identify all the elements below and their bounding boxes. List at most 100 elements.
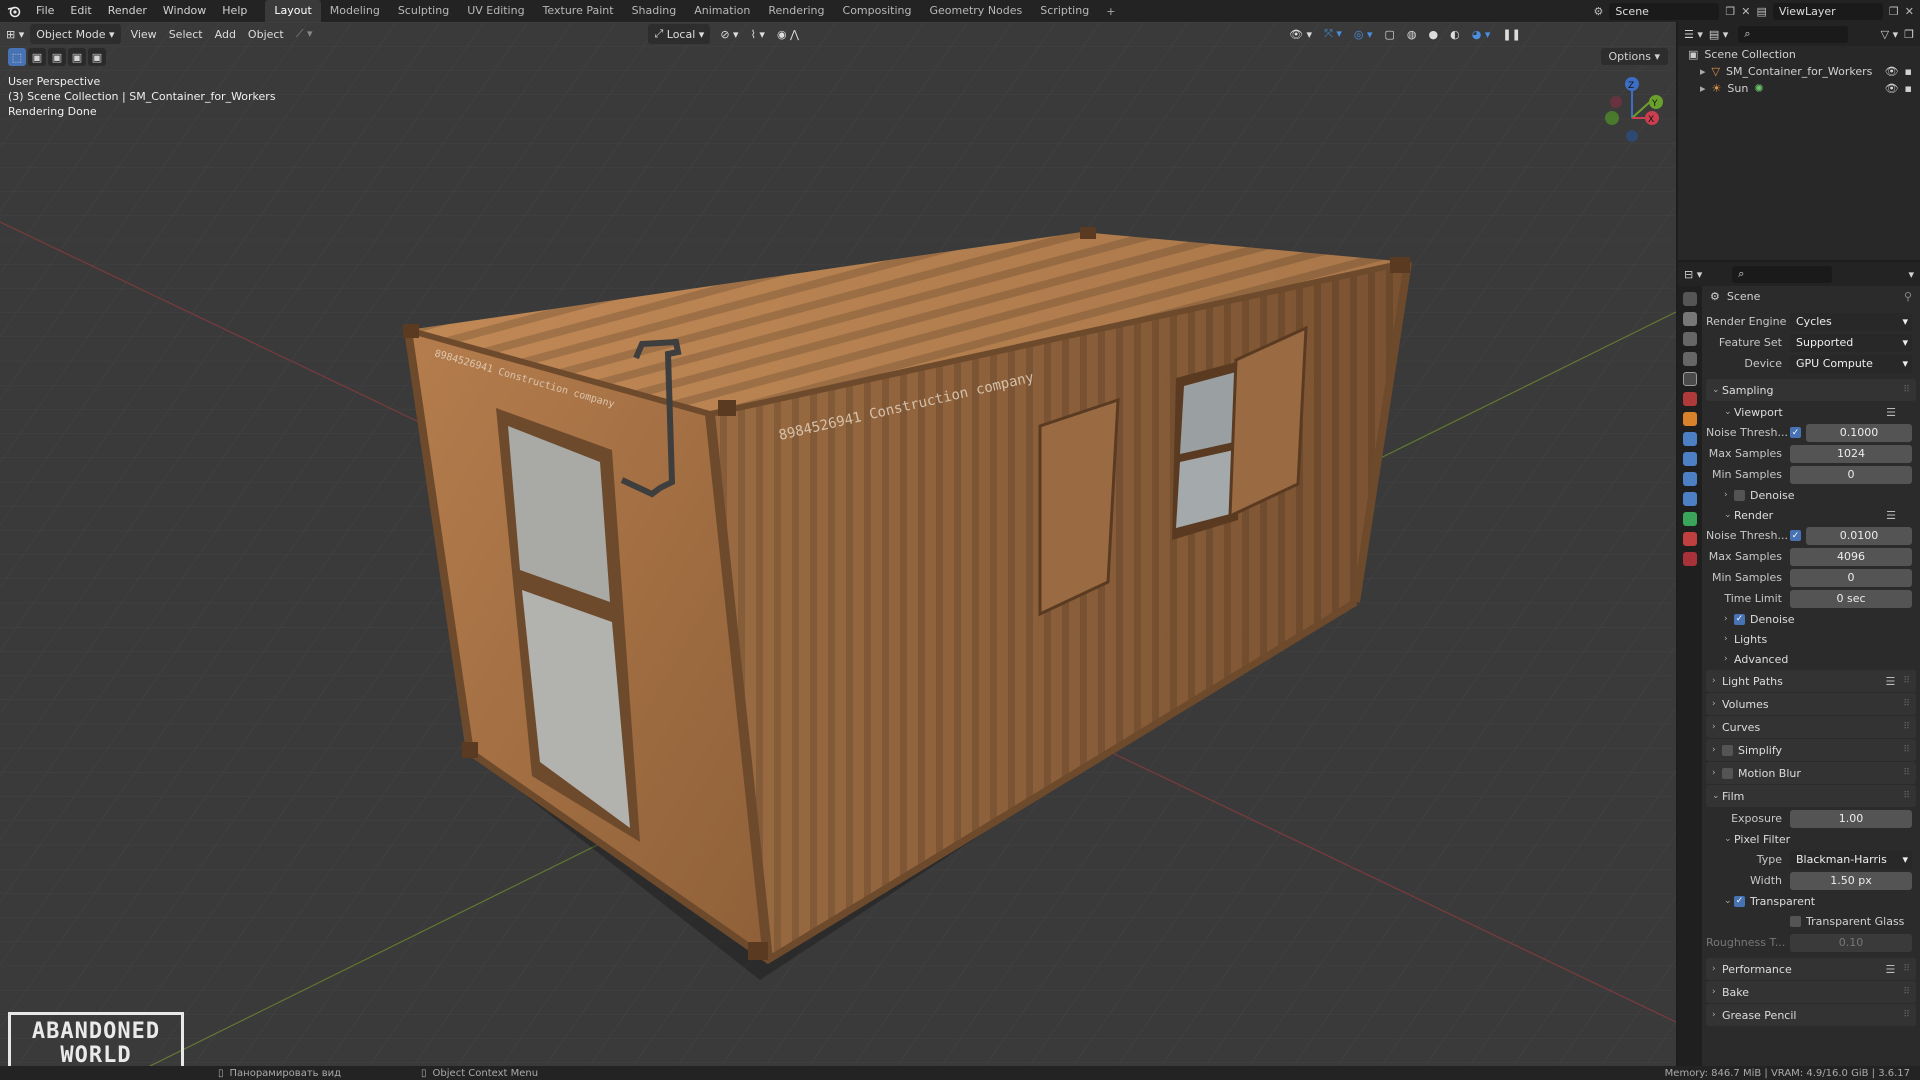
options-dropdown[interactable]: Options ▾ bbox=[1600, 48, 1668, 65]
gpencil-icon[interactable]: ⟋ ▾ bbox=[290, 24, 319, 44]
proportional-edit-icon[interactable]: ◉ ⋀ bbox=[771, 24, 805, 44]
render-noise-checkbox[interactable]: ✓ bbox=[1790, 530, 1801, 541]
outliner-item-sun[interactable]: ▸ ☀ Sun ✺ 👁 ▪ bbox=[1678, 80, 1920, 97]
drag-handle-icon[interactable]: ⠿ bbox=[1903, 745, 1916, 755]
tab-texture-paint[interactable]: Texture Paint bbox=[534, 0, 623, 22]
tab-animation[interactable]: Animation bbox=[685, 0, 759, 22]
display-mode-icon[interactable]: ▤ ▾ bbox=[1709, 28, 1728, 41]
tab-sculpting[interactable]: Sculpting bbox=[389, 0, 458, 22]
sampling-panel-header[interactable]: ⌄ Sampling ⠿ bbox=[1706, 379, 1916, 401]
material-tab-icon[interactable] bbox=[1683, 532, 1697, 546]
render-tab-icon[interactable] bbox=[1683, 312, 1697, 326]
scene-tab-icon[interactable] bbox=[1683, 372, 1697, 386]
eye-icon[interactable]: 👁 bbox=[1885, 82, 1899, 95]
menu-help[interactable]: Help bbox=[214, 0, 255, 22]
viewport-menu-select[interactable]: Select bbox=[163, 24, 209, 44]
presets-list-icon[interactable]: ☰ bbox=[1886, 406, 1918, 419]
transparent-subpanel[interactable]: ⌄ ✓ Transparent bbox=[1706, 891, 1918, 911]
grease-pencil-panel[interactable]: › Grease Pencil ⠿ bbox=[1706, 1004, 1916, 1026]
viewport-menu-object[interactable]: Object bbox=[242, 24, 290, 44]
delete-scene-icon[interactable]: ✕ bbox=[1741, 5, 1750, 18]
select-new-icon[interactable]: ▣ bbox=[28, 48, 46, 66]
outliner-item-container[interactable]: ▸ ▽ SM_Container_for_Workers 👁 ▪ bbox=[1678, 63, 1920, 80]
viewport-menu-add[interactable]: Add bbox=[209, 24, 242, 44]
tab-rendering[interactable]: Rendering bbox=[759, 0, 833, 22]
render-noise-field[interactable]: 0.0100 bbox=[1806, 526, 1912, 545]
bake-panel[interactable]: › Bake ⠿ bbox=[1706, 981, 1916, 1003]
drag-handle-icon[interactable]: ⠿ bbox=[1903, 722, 1916, 732]
select-subtract-icon[interactable]: ▣ bbox=[68, 48, 86, 66]
volumes-panel[interactable]: › Volumes ⠿ bbox=[1706, 693, 1916, 715]
menu-file[interactable]: File bbox=[28, 0, 62, 22]
physics-tab-icon[interactable] bbox=[1683, 472, 1697, 486]
snap-icon[interactable]: ⌇ ▾ bbox=[745, 24, 771, 44]
tab-scripting[interactable]: Scripting bbox=[1031, 0, 1098, 22]
viewport-subpanel-header[interactable]: ⌄ Viewport ☰ bbox=[1706, 402, 1918, 422]
editor-type-icon[interactable]: ⊞ ▾ bbox=[0, 24, 30, 44]
add-workspace-button[interactable]: + bbox=[1098, 5, 1123, 18]
scene-selector[interactable]: Scene bbox=[1609, 2, 1720, 20]
tab-modeling[interactable]: Modeling bbox=[321, 0, 389, 22]
xray-icon[interactable]: ▢ bbox=[1379, 24, 1401, 44]
viewport-max-field[interactable]: 1024 bbox=[1790, 444, 1912, 463]
presets-list-icon[interactable]: ☰ bbox=[1886, 675, 1904, 688]
drag-handle-icon[interactable]: ⠿ bbox=[1903, 385, 1916, 395]
motion-blur-checkbox[interactable] bbox=[1722, 767, 1733, 779]
render-subpanel-header[interactable]: ⌄ Render ☰ bbox=[1706, 505, 1918, 525]
tab-compositing[interactable]: Compositing bbox=[834, 0, 921, 22]
texture-tab-icon[interactable] bbox=[1683, 552, 1697, 566]
outliner-editor-icon[interactable]: ☰ ▾ bbox=[1684, 28, 1703, 41]
new-scene-icon[interactable]: ❐ bbox=[1725, 5, 1735, 18]
properties-search-input[interactable]: ⌕ bbox=[1732, 265, 1833, 283]
tool-tab-icon[interactable] bbox=[1683, 292, 1697, 306]
gizmo-toggle-icon[interactable]: ⤧ ▾ bbox=[1318, 24, 1348, 44]
delete-view-layer-icon[interactable]: ✕ bbox=[1905, 5, 1920, 18]
shading-wireframe-icon[interactable]: ◍ bbox=[1401, 24, 1423, 44]
transparent-glass-checkbox[interactable] bbox=[1790, 916, 1801, 927]
select-extend-icon[interactable]: ▣ bbox=[48, 48, 66, 66]
tab-layout[interactable]: Layout bbox=[265, 0, 321, 22]
view-layer-tab-icon[interactable] bbox=[1683, 352, 1697, 366]
shading-solid-icon[interactable]: ● bbox=[1423, 24, 1445, 44]
performance-panel[interactable]: › Performance ☰ ⠿ bbox=[1706, 958, 1916, 980]
drag-handle-icon[interactable]: ⠿ bbox=[1903, 791, 1916, 801]
viewport-noise-checkbox[interactable]: ✓ bbox=[1790, 427, 1801, 438]
view-layer-selector[interactable]: ViewLayer bbox=[1772, 2, 1883, 20]
new-collection-icon[interactable]: ❐ bbox=[1904, 28, 1914, 41]
film-panel-header[interactable]: ⌄ Film ⠿ bbox=[1706, 785, 1916, 807]
render-denoise-checkbox[interactable]: ✓ bbox=[1734, 613, 1745, 625]
motion-blur-panel[interactable]: › Motion Blur ⠿ bbox=[1706, 762, 1916, 784]
properties-options-icon[interactable]: ▾ bbox=[1908, 268, 1914, 281]
menu-window[interactable]: Window bbox=[155, 0, 214, 22]
filter-width-field[interactable]: 1.50 px bbox=[1790, 871, 1912, 890]
drag-handle-icon[interactable]: ⠿ bbox=[1903, 676, 1916, 686]
tab-geometry-nodes[interactable]: Geometry Nodes bbox=[920, 0, 1031, 22]
expand-arrow-icon[interactable]: ▸ bbox=[1700, 82, 1706, 95]
viewport-noise-field[interactable]: 0.1000 bbox=[1806, 423, 1912, 442]
device-dropdown[interactable]: GPU Compute ▾ bbox=[1790, 354, 1912, 373]
render-max-field[interactable]: 4096 bbox=[1790, 547, 1912, 566]
scene-icon[interactable]: ⚙ bbox=[1594, 5, 1604, 18]
visibility-icon[interactable]: 👁 ▾ bbox=[1283, 24, 1318, 44]
output-tab-icon[interactable] bbox=[1683, 332, 1697, 346]
expand-arrow-icon[interactable]: ▸ bbox=[1700, 65, 1706, 78]
particles-tab-icon[interactable] bbox=[1683, 452, 1697, 466]
transform-orientation[interactable]: ⤢ Local ▾ bbox=[648, 24, 711, 44]
object-tab-icon[interactable] bbox=[1683, 412, 1697, 426]
select-tool-icon[interactable]: ⬚ bbox=[8, 48, 26, 66]
render-min-field[interactable]: 0 bbox=[1790, 568, 1912, 587]
eye-icon[interactable]: 👁 bbox=[1885, 65, 1899, 78]
filter-icon[interactable]: ▽ ▾ bbox=[1881, 28, 1898, 41]
tab-uv-editing[interactable]: UV Editing bbox=[458, 0, 533, 22]
properties-editor-icon[interactable]: ⊟ ▾ bbox=[1684, 268, 1702, 281]
time-limit-field[interactable]: 0 sec bbox=[1790, 589, 1912, 608]
drag-handle-icon[interactable]: ⠿ bbox=[1903, 1010, 1916, 1020]
simplify-checkbox[interactable] bbox=[1722, 744, 1733, 756]
shading-rendered-icon[interactable]: ◕ ▾ bbox=[1466, 24, 1497, 44]
drag-handle-icon[interactable]: ⠿ bbox=[1903, 768, 1916, 778]
drag-handle-icon[interactable]: ⠿ bbox=[1903, 699, 1916, 709]
outliner-search-input[interactable]: ⌕ bbox=[1738, 25, 1849, 43]
pin-icon[interactable]: ⚲ bbox=[1904, 290, 1918, 303]
data-tab-icon[interactable] bbox=[1683, 512, 1697, 526]
drag-handle-icon[interactable]: ⠿ bbox=[1903, 987, 1916, 997]
